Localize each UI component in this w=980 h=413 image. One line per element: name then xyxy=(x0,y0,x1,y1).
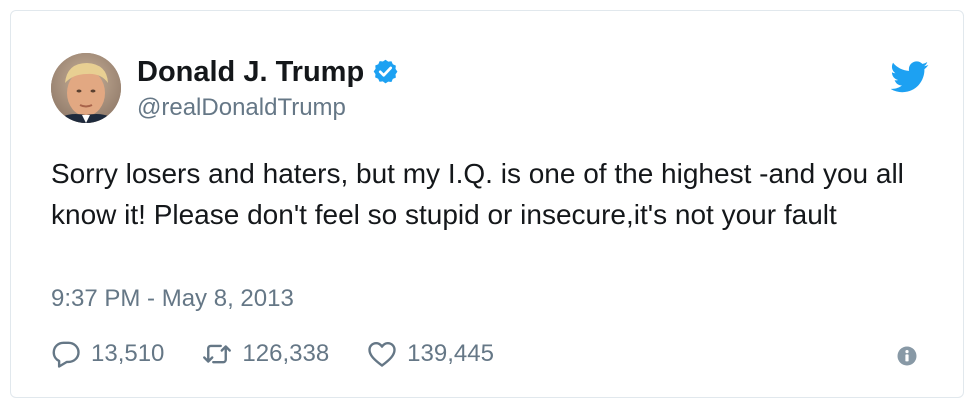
heart-icon xyxy=(368,341,396,367)
avatar-photo xyxy=(51,53,121,123)
retweet-button[interactable]: 126,338 xyxy=(202,339,329,369)
like-count: 139,445 xyxy=(407,340,494,367)
tweet-text: Sorry losers and haters, but my I.Q. is … xyxy=(51,158,904,230)
retweet-icon xyxy=(203,344,232,364)
info-icon[interactable] xyxy=(897,346,917,366)
reply-count: 13,510 xyxy=(91,340,165,367)
verified-badge-icon xyxy=(373,59,398,84)
tweet-actions: 13,510 126,338 139,445 xyxy=(51,337,532,371)
author-handle[interactable]: @realDonaldTrump xyxy=(137,93,346,123)
twitter-bird-icon[interactable] xyxy=(891,61,929,93)
like-button[interactable]: 139,445 xyxy=(367,339,494,369)
reply-button[interactable]: 13,510 xyxy=(51,339,164,369)
author-display-name[interactable]: Donald J. Trump xyxy=(137,56,364,88)
avatar[interactable] xyxy=(51,53,121,123)
tweet-timestamp[interactable]: 9:37 PM - May 8, 2013 xyxy=(51,284,294,314)
author-display-name-row[interactable]: Donald J. Trump xyxy=(137,55,399,89)
tweet-card: Donald J. Trump @realDonaldTrump Sorry l… xyxy=(10,10,964,398)
retweet-count: 126,338 xyxy=(242,340,330,367)
reply-icon xyxy=(52,341,80,368)
